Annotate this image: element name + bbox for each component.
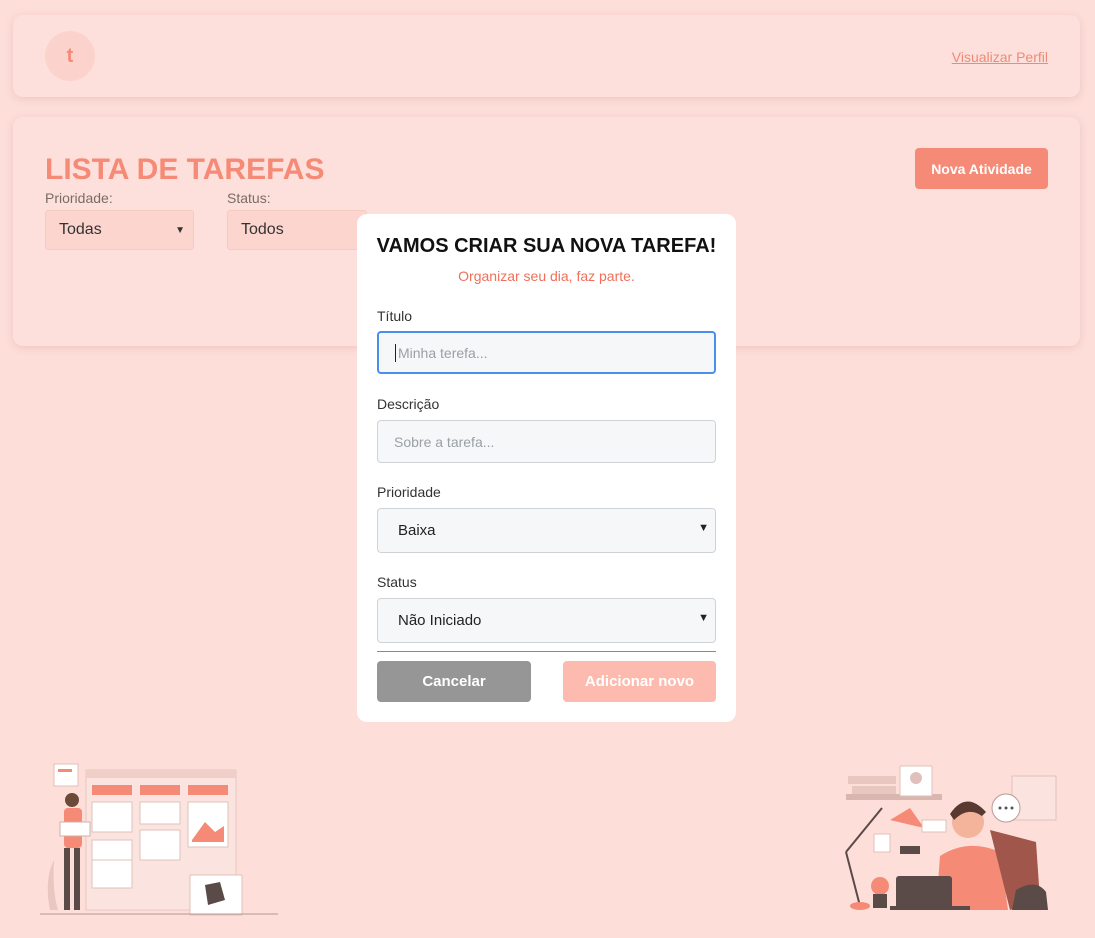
title-input[interactable]: Minha terefa... — [377, 331, 716, 374]
priority-filter-select[interactable]: Todas ▼ — [45, 210, 194, 250]
chevron-down-icon: ▼ — [698, 522, 709, 534]
priority-value: Baixa — [398, 522, 436, 539]
status-filter-select[interactable]: Todos — [227, 210, 367, 250]
modal-title: VAMOS CRIAR SUA NOVA TAREFA! — [376, 235, 717, 257]
priority-select[interactable]: Baixa ▼ — [377, 508, 716, 553]
modal-subtitle: Organizar seu dia, faz parte. — [458, 268, 635, 284]
person-working-illustration — [845, 765, 1057, 910]
status-value: Não Iniciado — [398, 612, 482, 629]
cancel-button[interactable]: Cancelar — [377, 661, 531, 702]
priority-filter-label: Prioridade: — [45, 190, 113, 206]
top-bar: t Visualizar Perfil — [13, 15, 1080, 97]
chevron-down-icon: ▼ — [698, 612, 709, 624]
kanban-board-illustration — [40, 763, 278, 916]
new-activity-button[interactable]: Nova Atividade — [915, 148, 1048, 189]
page-title: LISTA DE TAREFAS — [45, 153, 325, 186]
priority-label: Prioridade — [377, 484, 441, 500]
description-label: Descrição — [377, 396, 440, 412]
priority-filter-value: Todas — [59, 221, 102, 238]
add-new-button[interactable]: Adicionar novo — [563, 661, 716, 702]
description-input[interactable]: Sobre a tarefa... — [377, 420, 716, 463]
text-cursor — [395, 343, 396, 362]
status-label: Status — [377, 574, 417, 590]
status-filter-value: Todos — [241, 221, 284, 238]
description-placeholder: Sobre a tarefa... — [394, 433, 495, 450]
new-task-modal: VAMOS CRIAR SUA NOVA TAREFA! Organizar s… — [357, 214, 736, 722]
title-placeholder: Minha terefa... — [398, 344, 488, 361]
title-label: Título — [377, 308, 413, 324]
view-profile-link[interactable]: Visualizar Perfil — [952, 49, 1048, 65]
divider — [377, 651, 716, 652]
status-filter-label: Status: — [227, 190, 271, 206]
avatar[interactable]: t — [45, 31, 95, 81]
status-select[interactable]: Não Iniciado ▼ — [377, 598, 716, 643]
chevron-down-icon: ▼ — [175, 225, 185, 236]
